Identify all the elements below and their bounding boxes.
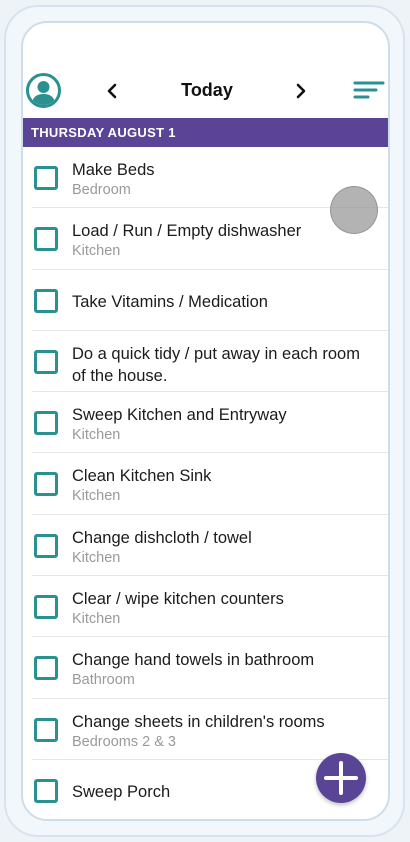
- task-row[interactable]: Change dishcloth / towel Kitchen: [32, 515, 388, 577]
- task-text: Clear / wipe kitchen counters Kitchen: [72, 588, 372, 628]
- task-checkbox[interactable]: [34, 349, 58, 374]
- task-list: Make Beds Bedroom Load / Run / Empty dishw…: [23, 147, 388, 819]
- task-row[interactable]: Clear / wipe kitchen counters Kitchen: [32, 576, 388, 638]
- task-name: Take Vitamins / Medication: [72, 292, 268, 311]
- chevron-left-icon[interactable]: [100, 79, 124, 103]
- task-text: Load / Run / Empty dishwasher Kitchen: [72, 220, 372, 260]
- date-banner: THURSDAY AUGUST 1: [23, 118, 388, 147]
- task-name: Sweep Kitchen and Entryway: [72, 406, 287, 425]
- add-task-button[interactable]: [316, 753, 366, 803]
- task-name: Do a quick tidy / put away in each room …: [72, 344, 360, 385]
- task-name: Make Beds: [72, 161, 155, 179]
- task-text: Take Vitamins / Medication: [72, 291, 372, 313]
- task-checkbox[interactable]: [34, 717, 58, 742]
- task-location: Kitchen: [72, 549, 121, 566]
- task-checkbox[interactable]: [34, 595, 58, 620]
- task-name: Load / Run / Empty dishwasher: [72, 222, 302, 241]
- task-location: Kitchen: [72, 243, 121, 260]
- task-checkbox[interactable]: [34, 166, 58, 190]
- task-checkbox[interactable]: [34, 288, 58, 313]
- task-row[interactable]: Do a quick tidy / put away in each room …: [32, 331, 388, 393]
- task-location: Bedrooms 2 & 3: [72, 733, 176, 750]
- page-title: Today: [181, 80, 233, 100]
- top-bar: Today: [23, 69, 388, 115]
- task-text: Change sheets in children's rooms Bedroom…: [72, 711, 372, 751]
- task-checkbox[interactable]: [34, 778, 58, 803]
- task-checkbox[interactable]: [34, 472, 58, 497]
- task-name: Change sheets in children's rooms: [72, 712, 325, 731]
- task-row[interactable]: Clean Kitchen Sink Kitchen: [32, 453, 388, 515]
- task-name: Change dishcloth / towel: [72, 528, 252, 547]
- task-row[interactable]: Change hand towels in bathroom Bathroom: [32, 637, 388, 699]
- task-text: Change hand towels in bathroom Bathroom: [72, 649, 372, 689]
- task-text: Clean Kitchen Sink Kitchen: [72, 465, 372, 505]
- task-location: Kitchen: [72, 427, 121, 444]
- chevron-right-icon[interactable]: [289, 79, 313, 103]
- phone-screen: Today THURSDAY AUGUST 1 Make Beds Bedroom…: [21, 21, 390, 821]
- plus-icon: [324, 761, 358, 795]
- task-location: Kitchen: [72, 611, 121, 628]
- task-text: Do a quick tidy / put away in each room …: [72, 343, 372, 387]
- task-text: Sweep Kitchen and Entryway Kitchen: [72, 404, 372, 444]
- task-row[interactable]: Sweep Kitchen and Entryway Kitchen: [32, 392, 388, 454]
- task-text: Make Beds Bedroom: [72, 159, 372, 199]
- user-avatar-icon[interactable]: [26, 73, 61, 108]
- task-location: Bedroom: [72, 182, 131, 198]
- task-name: Clean Kitchen Sink: [72, 467, 212, 486]
- task-location: Kitchen: [72, 488, 121, 505]
- task-location: Bathroom: [72, 672, 135, 689]
- task-name: Change hand towels in bathroom: [72, 651, 315, 670]
- task-row[interactable]: Take Vitamins / Medication: [32, 270, 388, 331]
- touch-indicator: [330, 186, 378, 234]
- task-checkbox[interactable]: [34, 656, 58, 681]
- task-checkbox[interactable]: [34, 533, 58, 558]
- sort-lines-icon[interactable]: [353, 77, 385, 105]
- task-checkbox[interactable]: [34, 411, 58, 436]
- task-row[interactable]: Change sheets in children's rooms Bedroom…: [32, 699, 388, 760]
- task-text: Change dishcloth / towel Kitchen: [72, 527, 372, 567]
- task-name: Clear / wipe kitchen counters: [72, 590, 284, 609]
- task-checkbox[interactable]: [34, 227, 58, 252]
